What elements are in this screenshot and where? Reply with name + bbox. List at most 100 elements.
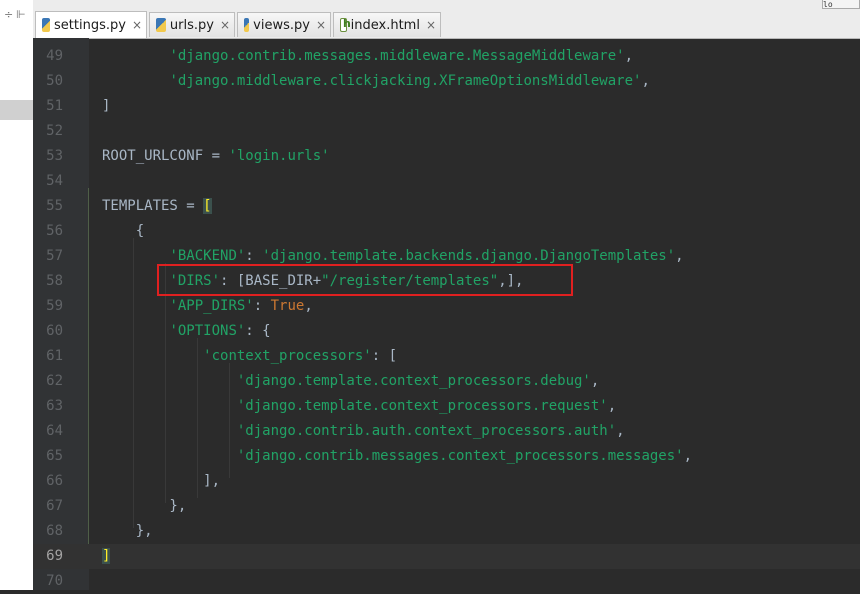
code-line[interactable]: 70	[33, 569, 860, 594]
code-token: ,	[616, 423, 625, 439]
string-token: 'context_processors'	[203, 348, 372, 364]
code-token: ,	[683, 448, 693, 464]
tab-settings-py[interactable]: settings.py ×	[35, 11, 147, 38]
line-number: 55	[46, 198, 63, 214]
code-line[interactable]: 60 'OPTIONS': {	[33, 319, 860, 344]
line-number: 56	[46, 223, 63, 239]
code-line[interactable]: 65 'django.contrib.messages.context_proc…	[33, 444, 860, 469]
code-token: ,	[675, 248, 684, 264]
code-editor[interactable]: 49 'django.contrib.messages.middleware.M…	[33, 38, 860, 590]
python-file-icon	[156, 18, 166, 32]
code-line[interactable]: 49 'django.contrib.messages.middleware.M…	[33, 44, 860, 69]
code-line[interactable]: 51]	[33, 94, 860, 119]
line-number: 66	[46, 473, 63, 489]
code-line[interactable]: 66 ],	[33, 469, 860, 494]
code-line[interactable]: 63 'django.template.context_processors.r…	[33, 394, 860, 419]
code-text: ROOT_URLCONF = 'login.urls'	[102, 144, 330, 169]
code-line[interactable]: 67 },	[33, 494, 860, 519]
code-text: {	[102, 219, 144, 244]
line-number: 69	[46, 548, 63, 564]
code-text: },	[102, 494, 186, 519]
code-line[interactable]: 69]	[33, 544, 860, 569]
code-token: {	[102, 223, 145, 239]
close-icon[interactable]: ×	[132, 18, 142, 32]
code-line[interactable]: 56 {	[33, 219, 860, 244]
code-line[interactable]: 61 'context_processors': [	[33, 344, 860, 369]
keyword-token: True	[270, 298, 305, 314]
code-token: ,	[607, 398, 617, 414]
code-line[interactable]: 53 ROOT_URLCONF = 'login.urls'	[33, 144, 860, 169]
string-token: 'django.contrib.messages.middleware.Mess…	[169, 48, 625, 64]
code-token: :	[245, 248, 263, 264]
editor-tab-bar: settings.py × urls.py × views.py × index…	[33, 0, 860, 39]
code-token: :	[253, 298, 271, 314]
line-number: 67	[46, 498, 63, 514]
code-token: },	[102, 523, 153, 539]
tab-index-html[interactable]: index.html ×	[333, 12, 441, 37]
code-line[interactable]: 64 'django.contrib.auth.context_processo…	[33, 419, 860, 444]
code-line[interactable]: 59 'APP_DIRS': True,	[33, 294, 860, 319]
string-token: 'BACKEND'	[169, 248, 246, 264]
code-text: },	[102, 519, 153, 544]
code-token: ],	[102, 473, 221, 489]
tab-label: urls.py	[169, 17, 214, 33]
code-text: 'django.middleware.clickjacking.XFrameOp…	[102, 69, 650, 94]
code-text: 'OPTIONS': {	[102, 319, 270, 344]
code-token: ,	[304, 298, 313, 314]
code-token: ]	[102, 98, 111, 114]
close-icon[interactable]: ×	[426, 18, 436, 32]
code-line[interactable]: 62 'django.template.context_processors.d…	[33, 369, 860, 394]
tab-label: settings.py	[54, 17, 126, 33]
code-token: : [	[371, 348, 398, 364]
line-number: 58	[46, 273, 63, 289]
tab-urls-py[interactable]: urls.py ×	[149, 12, 235, 37]
code-text: 'django.template.context_processors.debu…	[102, 369, 599, 394]
code-token: ROOT_URLCONF =	[102, 148, 229, 164]
code-line[interactable]: 54	[33, 169, 860, 194]
close-icon[interactable]: ×	[220, 18, 230, 32]
line-number: 51	[46, 98, 63, 114]
line-number: 50	[46, 73, 63, 89]
code-line[interactable]: 50 'django.middleware.clickjacking.XFram…	[33, 69, 860, 94]
corner-button[interactable]: lo	[822, 0, 860, 9]
code-token: TEMPLATES =	[102, 198, 204, 214]
code-text: 'APP_DIRS': True,	[102, 294, 313, 319]
code-token: ,	[641, 73, 650, 89]
html-file-icon	[340, 17, 350, 32]
python-file-icon	[244, 18, 250, 32]
code-line[interactable]: 68 },	[33, 519, 860, 544]
line-number: 60	[46, 323, 63, 339]
collapse-all-icon[interactable]: ÷	[4, 8, 13, 21]
code-text: TEMPLATES = [	[102, 194, 212, 219]
string-token: 'APP_DIRS'	[169, 298, 254, 314]
line-number: 68	[46, 523, 63, 539]
code-line[interactable]: 52	[33, 119, 860, 144]
code-text: ]	[102, 94, 110, 119]
line-number: 59	[46, 298, 63, 314]
string-token: 'login.urls'	[228, 148, 330, 164]
close-icon[interactable]: ×	[316, 18, 326, 32]
code-text: 'django.template.context_processors.requ…	[102, 394, 616, 419]
tab-views-py[interactable]: views.py ×	[237, 12, 331, 37]
line-number: 52	[46, 123, 63, 139]
code-text: 'django.contrib.messages.middleware.Mess…	[102, 44, 633, 69]
annotation-highlight-box	[157, 264, 573, 296]
code-line[interactable]: 55 TEMPLATES = [	[33, 194, 860, 219]
code-token: },	[102, 498, 187, 514]
tab-label: views.py	[253, 17, 310, 33]
matched-bracket-token: ]	[102, 548, 111, 564]
string-token: 'django.template.backends.django.DjangoT…	[262, 248, 676, 264]
code-text: ]	[102, 544, 111, 569]
line-number: 61	[46, 348, 63, 364]
pin-icon[interactable]: ⊩	[16, 8, 26, 21]
line-number: 70	[46, 573, 63, 589]
selected-tree-row[interactable]	[0, 100, 33, 120]
string-token: 'django.template.context_processors.requ…	[236, 398, 608, 414]
